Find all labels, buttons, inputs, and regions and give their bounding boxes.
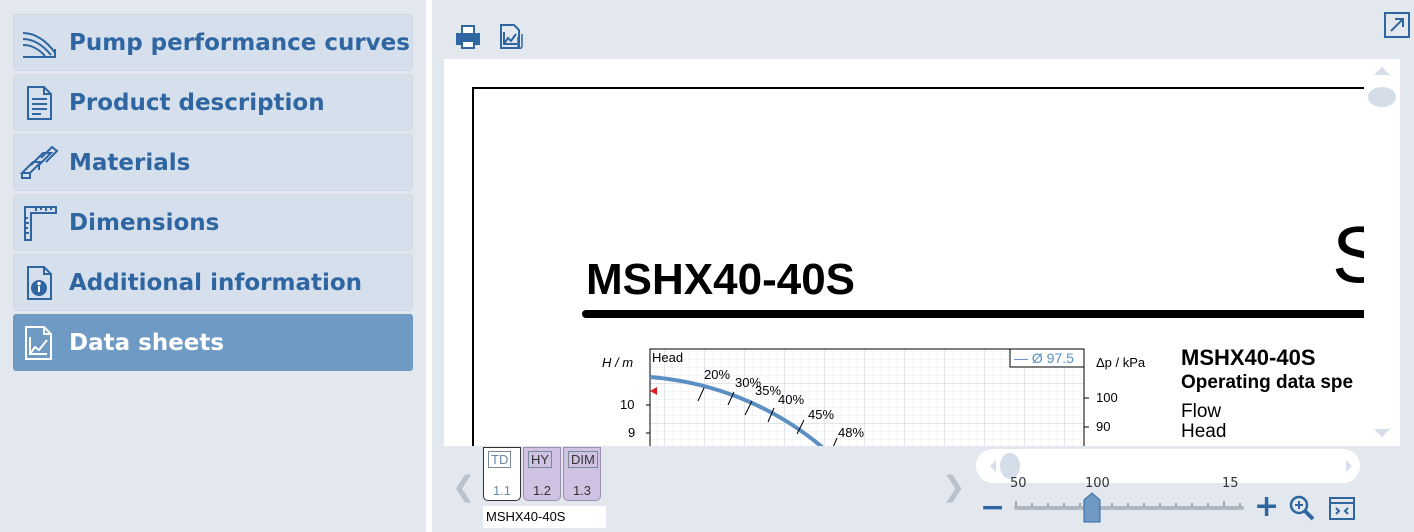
sidebar-item-label: Product description (69, 89, 325, 116)
scroll-thumb (1368, 87, 1396, 107)
sidebar-item-data-sheets[interactable]: Data sheets (13, 314, 413, 371)
chart-y2-tick: 90 (1096, 419, 1110, 434)
operating-row-head: Head (1181, 421, 1227, 442)
scroll-up-icon (1374, 67, 1390, 75)
document-viewer[interactable]: S MSHX40-40S Head H / m 10 9 Δp / kPa 10… (444, 59, 1364, 446)
thumbnail-number: 1.2 (532, 483, 552, 498)
zoom-slider[interactable]: 50 100 15 (1010, 476, 1250, 526)
document-title: MSHX40-40S (586, 255, 856, 304)
viewer-panel: S MSHX40-40S Head H / m 10 9 Δp / kPa 10… (432, 0, 1414, 532)
chart-y-tick: 9 (628, 425, 635, 440)
print-icon[interactable] (453, 22, 483, 52)
info-document-icon (19, 263, 59, 303)
sidebar-item-label: Additional information (69, 269, 363, 296)
thumbnails-prev-icon[interactable]: ❮ (452, 470, 475, 503)
vertical-scrollbar[interactable] (1364, 59, 1400, 446)
zoom-slider-handle (1083, 492, 1101, 523)
ruler-icon (19, 203, 59, 243)
sidebar-item-materials[interactable]: Materials (13, 134, 413, 191)
expand-icon[interactable] (1382, 10, 1412, 40)
chart-head-label: Head (652, 350, 683, 365)
zoom-magnifier-icon[interactable] (1288, 494, 1316, 526)
page-big-letter: S (1332, 210, 1364, 299)
operating-title: MSHX40-40S (1181, 345, 1316, 370)
thumbnail-page[interactable]: HY 1.2 (523, 447, 561, 501)
thumbnails-next-icon[interactable]: ❯ (942, 470, 965, 503)
efficiency-label: 45% (808, 407, 834, 422)
operating-row-flow: Flow (1181, 401, 1222, 422)
sidebar-item-label: Materials (69, 149, 191, 176)
export-image-icon[interactable] (497, 22, 527, 52)
document-icon (19, 83, 59, 123)
thumbnail-tag: DIM (568, 451, 598, 468)
zoom-in-button[interactable]: + (1254, 492, 1279, 522)
thumbnail-page[interactable]: TD 1.1 (483, 447, 521, 501)
data-sheet-icon (19, 323, 59, 363)
chart-y-label: H / m (602, 355, 633, 370)
efficiency-label: 20% (704, 367, 730, 382)
sidebar-item-label: Dimensions (69, 209, 220, 236)
title-rule (582, 310, 1364, 318)
materials-icon (19, 143, 59, 183)
efficiency-label: 48% (838, 425, 864, 440)
vertical-scrollbar-graphic (1368, 67, 1396, 437)
sidebar-item-dimensions[interactable]: Dimensions (13, 194, 413, 251)
chart-y-tick: 10 (620, 397, 634, 412)
zoom-out-button[interactable]: − (980, 493, 1005, 523)
thumbnail-page[interactable]: DIM 1.3 (563, 447, 601, 501)
thumbnail-number: 1.3 (572, 483, 592, 498)
operating-subtitle: Operating data spe (1181, 372, 1354, 393)
scroll-left-icon (990, 460, 996, 472)
sidebar-item-label: Pump performance curves (69, 29, 410, 56)
scroll-down-icon (1374, 429, 1390, 437)
chart-y2-tick: 100 (1096, 390, 1118, 405)
fit-page-icon[interactable] (1328, 494, 1356, 526)
chart-diameter-label: — Ø 97.5 (1014, 350, 1074, 366)
sidebar: Pump performance curves Product descript… (0, 0, 426, 532)
efficiency-label: 40% (778, 392, 804, 407)
zoom-slider-track (1014, 492, 1244, 523)
sidebar-item-product-description[interactable]: Product description (13, 74, 413, 131)
thumbnail-tag: HY (528, 451, 553, 468)
scroll-right-icon (1346, 460, 1352, 472)
pump-curve-icon (19, 23, 59, 63)
chart-y2-label: Δp / kPa (1096, 355, 1146, 370)
thumbnail-number: 1.1 (492, 483, 512, 498)
thumbnail-tag: TD (488, 451, 512, 468)
performance-chart: Head H / m 10 9 Δp / kPa 100 90 — Ø 97.5… (602, 348, 1146, 446)
sidebar-item-label: Data sheets (69, 329, 225, 356)
sidebar-item-pump-performance-curves[interactable]: Pump performance curves (13, 14, 413, 71)
file-name-label: MSHX40-40S (483, 506, 606, 528)
sidebar-item-additional-information[interactable]: Additional information (13, 254, 413, 311)
